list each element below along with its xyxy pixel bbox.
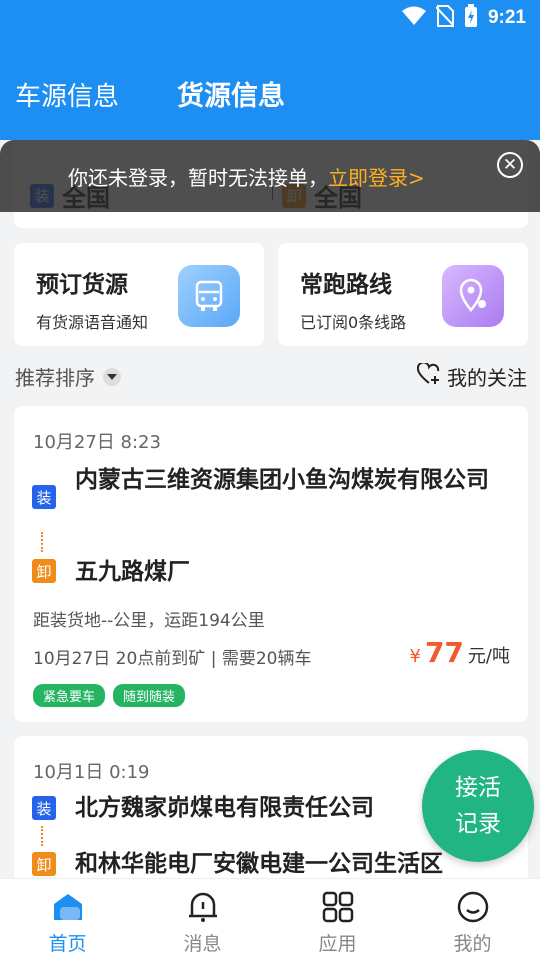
fab-label-line2: 记录 xyxy=(455,811,501,837)
status-bar: 9:21 xyxy=(0,0,540,36)
book-cargo-title: 预订货源 xyxy=(36,272,128,298)
load-tag: 装 xyxy=(32,485,56,509)
profile-icon xyxy=(455,889,491,925)
wifi-icon xyxy=(401,6,426,30)
unload-tag: 卸 xyxy=(32,852,56,876)
route-connector xyxy=(41,532,43,552)
main-content: 装 全国 卸 全国 你还未登录，暂时无法接单，立即登录> ✕ 预订货源 有货源语… xyxy=(0,140,540,878)
status-badge: 随到随装 xyxy=(113,684,186,707)
book-cargo-card[interactable]: 预订货源 有货源语音通知 xyxy=(14,243,264,346)
cargo-card[interactable]: 10月27日 8:23 装 内蒙古三维资源集团小鱼沟煤炭有限公司 卸 五九路煤厂… xyxy=(14,406,528,722)
login-banner: 你还未登录，暂时无法接单，立即登录> ✕ xyxy=(0,140,540,212)
status-time: 9:21 xyxy=(487,7,526,28)
bell-icon xyxy=(185,889,221,925)
home-icon xyxy=(50,889,86,925)
location-icon xyxy=(442,265,504,327)
fab-label-line1: 接活 xyxy=(455,775,501,801)
cargo-publish-time: 10月27日 8:23 xyxy=(33,432,161,453)
unload-tag: 卸 xyxy=(32,559,56,583)
nav-apps[interactable]: 应用 xyxy=(270,879,405,960)
price-value: 77 xyxy=(424,636,464,669)
load-location-name: 内蒙古三维资源集团小鱼沟煤炭有限公司 xyxy=(75,467,489,493)
status-badge: 紧急要车 xyxy=(33,684,106,707)
nav-apps-label: 应用 xyxy=(318,933,357,955)
route-connector xyxy=(41,826,43,846)
heart-plus-icon xyxy=(416,361,441,390)
nav-home-label: 首页 xyxy=(48,933,87,955)
cargo-badges: 紧急要车 随到随装 xyxy=(33,684,186,707)
price-symbol: ¥ xyxy=(409,646,421,667)
app-header: 9:21 车源信息 货源信息 xyxy=(0,0,540,140)
tab-vehicle-info[interactable]: 车源信息 xyxy=(15,76,119,113)
sort-row: 推荐排序 我的关注 xyxy=(15,361,527,392)
chevron-down-icon xyxy=(103,367,121,386)
login-message: 你还未登录，暂时无法接单， xyxy=(68,166,328,190)
price-unit: 元/吨 xyxy=(467,646,510,667)
nav-profile-label: 我的 xyxy=(453,933,492,955)
nav-messages-label: 消息 xyxy=(183,933,222,955)
unload-location-name: 五九路煤厂 xyxy=(75,559,190,585)
my-follow-label: 我的关注 xyxy=(447,366,527,390)
tab-cargo-info[interactable]: 货源信息 xyxy=(177,74,285,113)
cargo-publish-time: 10月1日 0:19 xyxy=(33,762,150,783)
nav-profile[interactable]: 我的 xyxy=(405,879,540,960)
load-tag: 装 xyxy=(32,796,56,820)
bottom-nav: 首页 消息 应用 我的 xyxy=(0,878,540,960)
no-sim-icon xyxy=(435,5,455,31)
cargo-meta: 10月27日 20点前到矿 | 需要20辆车 xyxy=(33,649,312,669)
close-icon[interactable]: ✕ xyxy=(497,152,523,178)
nav-messages[interactable]: 消息 xyxy=(135,879,270,960)
truck-icon xyxy=(178,265,240,327)
book-cargo-subtitle: 有货源语音通知 xyxy=(36,313,149,332)
unload-location-name: 和林华能电厂安徽电建一公司生活区 xyxy=(75,851,443,877)
apps-icon xyxy=(320,889,356,925)
frequent-route-subtitle: 已订阅0条线路 xyxy=(300,313,407,332)
frequent-route-card[interactable]: 常跑路线 已订阅0条线路 xyxy=(278,243,528,346)
cargo-distance: 距装货地--公里，运距194公里 xyxy=(33,611,265,631)
sort-dropdown[interactable]: 推荐排序 xyxy=(15,362,121,391)
battery-charging-icon xyxy=(464,4,478,32)
frequent-route-title: 常跑路线 xyxy=(300,272,392,298)
cargo-price: ¥ 77 元/吨 xyxy=(410,636,511,669)
login-link[interactable]: 立即登录> xyxy=(328,166,425,190)
job-record-button[interactable]: 接活 记录 xyxy=(422,750,534,862)
header-tabs: 车源信息 货源信息 xyxy=(15,74,285,113)
login-banner-text: 你还未登录，暂时无法接单，立即登录> xyxy=(68,162,425,191)
nav-home[interactable]: 首页 xyxy=(0,879,135,960)
my-follow-button[interactable]: 我的关注 xyxy=(416,361,527,391)
sort-label: 推荐排序 xyxy=(15,366,95,390)
